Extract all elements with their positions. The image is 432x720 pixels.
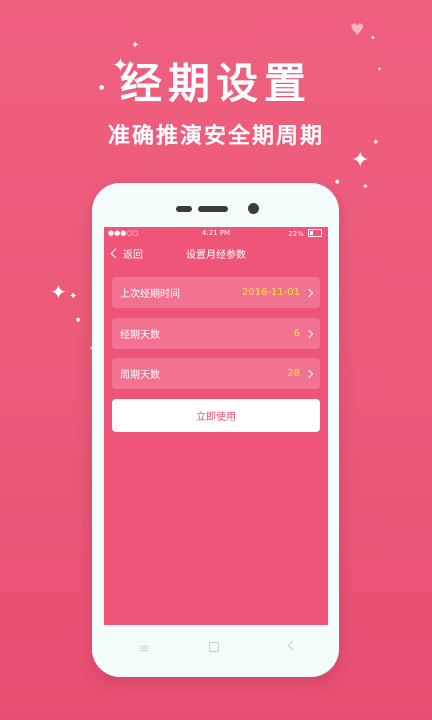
sparkle-icon: ✦ [377,66,383,73]
battery-status: 22% [288,229,322,238]
setting-row-last-period[interactable]: 上次经期时间 2016-11-01 [112,277,320,308]
app-screen: ●●●○○ 4:21 PM 22% 返回 设置月经参数 上次经期时间 2016-… [104,227,328,625]
sparkle-icon: ✦ [370,34,376,42]
back-icon[interactable] [287,640,298,651]
setting-label: 上次经期时间 [120,289,180,300]
sparkle-icon: ● [99,84,105,91]
chevron-right-icon [304,369,314,378]
phone-speaker [176,206,192,212]
status-bar: ●●●○○ 4:21 PM 22% [104,227,328,239]
phone-camera [248,203,259,214]
sparkle-icon: ✦ [50,280,67,304]
heart-icon: ♥ [350,20,365,39]
battery-percent: 22% [288,230,304,238]
sparkle-icon: ✦ [112,53,129,77]
home-icon[interactable] [209,642,219,652]
phone-speaker [198,206,228,212]
setting-row-cycle-days[interactable]: 周期天数 28 [112,358,320,389]
sparkle-icon: ✦ [362,182,369,191]
setting-value: 6 [293,328,300,339]
promo-subtitle: 准确推演安全期周期 [107,124,324,149]
battery-icon [308,229,322,237]
sparkle-icon: ● [76,317,81,323]
promo-title: 经期设置 [119,59,312,108]
setting-row-period-days[interactable]: 经期天数 6 [112,318,320,349]
setting-value: 2016-11-01 [241,287,300,298]
apply-button[interactable]: 立即使用 [112,399,320,432]
page-title: 设置月经参数 [186,250,246,261]
hardware-nav-bar: ≡ [92,636,339,656]
sparkle-icon: ✦ [69,291,78,302]
menu-icon[interactable]: ≡ [139,641,149,655]
sparkle-icon: ✦ [351,148,370,173]
chevron-right-icon [304,288,314,297]
sparkle-icon: ✦ [372,138,380,148]
setting-label: 周期天数 [120,370,160,381]
setting-label: 经期天数 [120,330,160,341]
setting-value: 28 [287,368,300,379]
nav-bar: 返回 设置月经参数 [104,243,328,265]
sparkle-icon: ● [335,179,340,185]
phone-mockup: ●●●○○ 4:21 PM 22% 返回 设置月经参数 上次经期时间 2016-… [92,183,339,677]
chevron-right-icon [304,329,314,338]
sparkle-icon: ✦ [131,40,140,51]
